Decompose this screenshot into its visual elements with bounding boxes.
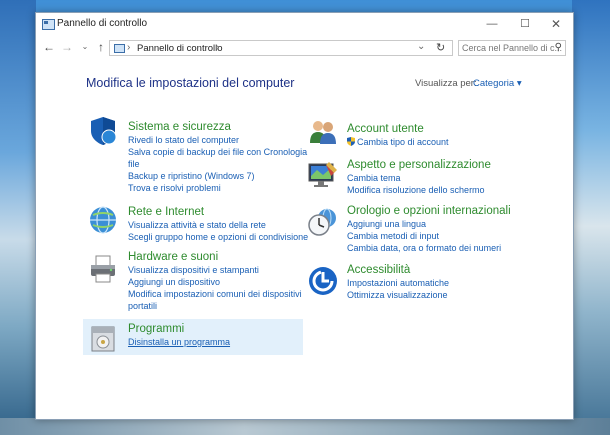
desktop-background-left	[0, 0, 36, 435]
category-title-aspetto[interactable]: Aspetto e personalizzazione	[347, 158, 491, 172]
link-dispositivi-stampanti[interactable]: Visualizza dispositivi e stampanti	[128, 264, 302, 276]
main-content: Modifica le impostazioni del computer Vi…	[37, 60, 572, 418]
address-dropdown-button[interactable]: ⌄	[417, 41, 425, 52]
link-disinstalla-programma[interactable]: Disinstalla un programma	[128, 336, 230, 348]
link-metodi-input[interactable]: Cambia metodi di input	[347, 230, 511, 242]
uac-shield-icon	[347, 137, 355, 146]
link-cronologia-file-cont[interactable]: file	[128, 158, 307, 170]
minimize-button[interactable]: —	[477, 15, 507, 33]
link-data-ora-formato[interactable]: Cambia data, ora o formato dei numeri	[347, 242, 511, 254]
breadcrumb-separator[interactable]: ›	[127, 42, 130, 53]
desktop-background-bottom	[0, 418, 610, 435]
accessibility-icon	[309, 267, 337, 295]
up-button[interactable]: ↑	[94, 39, 108, 55]
search-icon[interactable]: ⚲	[555, 42, 562, 53]
link-impostazioni-portatili-cont[interactable]: portatili	[128, 300, 302, 312]
link-backup-ripristino[interactable]: Backup e ripristino (Windows 7)	[128, 170, 307, 182]
category-account: Account utente Cambia tipo di account	[347, 122, 449, 148]
category-title-sistema[interactable]: Sistema e sicurezza	[128, 120, 307, 134]
breadcrumb-control-panel[interactable]: Pannello di controllo	[137, 43, 223, 54]
link-aggiungi-dispositivo[interactable]: Aggiungi un dispositivo	[128, 276, 302, 288]
category-hardware: Hardware e suoni Visualizza dispositivi …	[128, 250, 302, 312]
category-accessibilita: Accessibilità Impostazioni automatiche O…	[347, 263, 449, 301]
maximize-button[interactable]: ☐	[510, 15, 540, 33]
shield-icon	[91, 117, 117, 145]
search-input[interactable]: Cerca nel Pannello di c... ⚲	[458, 40, 566, 56]
breadcrumb-separator[interactable]: ›	[216, 42, 219, 53]
printer-icon	[91, 255, 115, 283]
category-title-hardware[interactable]: Hardware e suoni	[128, 250, 302, 264]
desktop-background-right	[572, 0, 610, 435]
link-impostazioni-automatiche[interactable]: Impostazioni automatiche	[347, 277, 449, 289]
control-panel-window: Pannello di controllo — ☐ ✕ ← → ⌄ ↑ › Pa…	[35, 12, 574, 420]
category-rete: Rete e Internet Visualizza attività e st…	[128, 205, 308, 243]
category-title-accessibilita[interactable]: Accessibilità	[347, 263, 449, 277]
search-placeholder: Cerca nel Pannello di c...	[462, 43, 563, 53]
clock-globe-icon	[308, 208, 336, 236]
link-cronologia-file[interactable]: Salva copie di backup dei file con Crono…	[128, 146, 307, 158]
category-title-account[interactable]: Account utente	[347, 122, 449, 136]
recent-locations-button[interactable]: ⌄	[78, 39, 92, 55]
monitor-paint-icon	[308, 162, 337, 187]
navigation-bar: ← → ⌄ ↑ › Pannello di controllo › ⌄ ↻ Ce…	[36, 37, 573, 59]
link-trova-risolvi[interactable]: Trova e risolvi problemi	[128, 182, 307, 194]
link-attivita-rete[interactable]: Visualizza attività e stato della rete	[128, 219, 308, 231]
programs-box-icon	[91, 326, 115, 352]
network-globe-icon	[90, 206, 116, 234]
link-cambia-tipo-account-label[interactable]: Cambia tipo di account	[357, 137, 449, 147]
title-bar[interactable]: Pannello di controllo — ☐ ✕	[36, 13, 573, 37]
category-sistema: Sistema e sicurezza Rivedi lo stato del …	[128, 120, 307, 194]
view-by-dropdown[interactable]: Categoria ▾	[473, 78, 522, 89]
category-title-rete[interactable]: Rete e Internet	[128, 205, 308, 219]
control-panel-icon	[42, 19, 55, 30]
link-gruppo-home[interactable]: Scegli gruppo home e opzioni di condivis…	[128, 231, 308, 243]
category-aspetto: Aspetto e personalizzazione Cambia tema …	[347, 158, 491, 196]
page-title: Modifica le impostazioni del computer	[86, 76, 295, 90]
users-icon	[310, 121, 336, 144]
link-aggiungi-lingua[interactable]: Aggiungi una lingua	[347, 218, 511, 230]
category-title-programmi[interactable]: Programmi	[128, 322, 230, 336]
link-cambia-tema[interactable]: Cambia tema	[347, 172, 491, 184]
link-ottimizza-visualizzazione[interactable]: Ottimizza visualizzazione	[347, 289, 449, 301]
window-title: Pannello di controllo	[57, 18, 148, 29]
category-programmi: Programmi Disinstalla un programma	[128, 322, 230, 348]
forward-button[interactable]: →	[60, 39, 74, 55]
control-panel-icon	[114, 44, 125, 53]
address-bar[interactable]: › Pannello di controllo › ⌄ ↻	[109, 40, 453, 56]
category-title-orologio[interactable]: Orologio e opzioni internazionali	[347, 204, 511, 218]
refresh-button[interactable]: ↻	[436, 41, 445, 54]
back-button[interactable]: ←	[42, 39, 56, 55]
link-impostazioni-portatili[interactable]: Modifica impostazioni comuni dei disposi…	[128, 288, 302, 300]
category-orologio: Orologio e opzioni internazionali Aggiun…	[347, 204, 511, 254]
link-cambia-tipo-account[interactable]: Cambia tipo di account	[347, 136, 449, 148]
link-rivedi-stato[interactable]: Rivedi lo stato del computer	[128, 134, 307, 146]
link-risoluzione-schermo[interactable]: Modifica risoluzione dello schermo	[347, 184, 491, 196]
close-button[interactable]: ✕	[541, 15, 571, 33]
view-by-label: Visualizza per:	[415, 78, 477, 89]
